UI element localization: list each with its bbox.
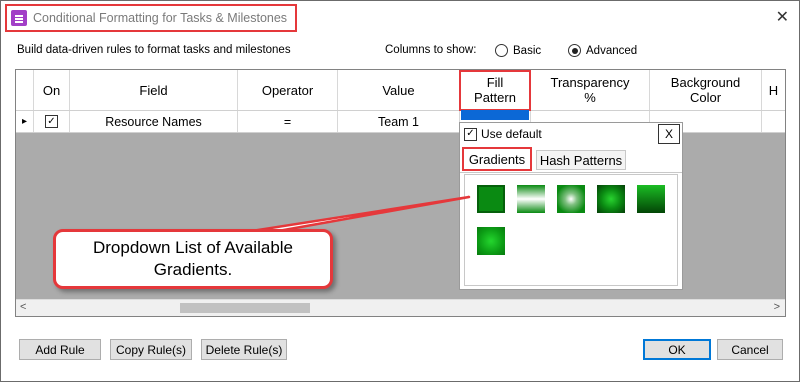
add-rule-button[interactable]: Add Rule xyxy=(19,339,101,360)
header-field[interactable]: Field xyxy=(70,70,238,110)
header-row-selector xyxy=(16,70,34,110)
scroll-right-icon[interactable]: > xyxy=(774,301,780,313)
cancel-button[interactable]: Cancel xyxy=(717,339,783,360)
row-field-cell[interactable]: Resource Names xyxy=(70,111,238,132)
scroll-left-icon[interactable]: < xyxy=(20,301,26,313)
use-default-option[interactable]: ✓ Use default xyxy=(464,127,542,141)
app-icon xyxy=(11,10,27,26)
header-operator[interactable]: Operator xyxy=(238,70,338,110)
scroll-thumb[interactable] xyxy=(180,303,310,313)
row-h-cell[interactable] xyxy=(762,111,785,132)
gradient-swatch-vertical[interactable] xyxy=(637,185,665,213)
radio-basic[interactable]: Basic xyxy=(495,44,541,57)
row-operator-cell[interactable]: = xyxy=(238,111,338,132)
row-value-cell[interactable]: Team 1 xyxy=(338,111,460,132)
header-value[interactable]: Value xyxy=(338,70,460,110)
row-on-cell[interactable]: ✓ xyxy=(34,111,70,132)
fill-pattern-dropdown[interactable]: ✓ Use default X Gradients Hash Patterns xyxy=(459,122,683,290)
callout-box: Dropdown List of Available Gradients. xyxy=(53,229,333,289)
use-default-label: Use default xyxy=(481,127,542,141)
pattern-tabs: Gradients Hash Patterns xyxy=(460,146,682,173)
title-bar: Conditional Formatting for Tasks & Miles… xyxy=(1,1,799,33)
window-title: Conditional Formatting for Tasks & Miles… xyxy=(33,11,288,25)
gradient-swatch-glow[interactable] xyxy=(477,227,505,255)
tab-gradients[interactable]: Gradients xyxy=(462,147,532,171)
radio-advanced-circle[interactable] xyxy=(568,44,581,57)
title-highlight: Conditional Formatting for Tasks & Miles… xyxy=(5,4,298,32)
gradient-swatch-center-dark[interactable] xyxy=(597,185,625,213)
gradient-swatch-center-light[interactable] xyxy=(557,185,585,213)
fill-pattern-selected-swatch[interactable] xyxy=(461,110,529,120)
gradient-swatch-solid[interactable] xyxy=(477,185,505,213)
gradient-swatch-horizontal[interactable] xyxy=(517,185,545,213)
radio-advanced-label: Advanced xyxy=(586,44,638,57)
fill-pattern-highlight xyxy=(459,70,531,111)
row-arrow-icon[interactable]: ▸ xyxy=(16,111,34,132)
delete-rules-button[interactable]: Delete Rule(s) xyxy=(201,339,287,360)
description-text: Build data-driven rules to format tasks … xyxy=(17,44,291,56)
header-background-color[interactable]: Background Color xyxy=(650,70,762,110)
columns-to-show-label: Columns to show: xyxy=(385,44,477,56)
radio-advanced[interactable]: Advanced xyxy=(568,44,637,57)
radio-basic-label: Basic xyxy=(513,44,542,57)
header-h[interactable]: H xyxy=(762,70,785,110)
radio-basic-circle[interactable] xyxy=(495,44,508,57)
popup-close-button[interactable]: X xyxy=(658,124,680,144)
copy-rules-button[interactable]: Copy Rule(s) xyxy=(110,339,192,360)
row-on-checkbox[interactable]: ✓ xyxy=(45,115,58,128)
header-on[interactable]: On xyxy=(34,70,70,110)
grid-header: On Field Operator Value Fill Pattern Tra… xyxy=(16,70,785,111)
gradient-swatch-list xyxy=(464,174,678,286)
horizontal-scrollbar[interactable]: < > xyxy=(16,299,785,316)
header-transparency[interactable]: Transparency % xyxy=(531,70,650,110)
close-icon[interactable]: ✕ xyxy=(776,7,789,27)
tab-hash-patterns[interactable]: Hash Patterns xyxy=(536,150,626,170)
options-row: Build data-driven rules to format tasks … xyxy=(17,44,779,60)
conditional-formatting-dialog: Conditional Formatting for Tasks & Miles… xyxy=(0,0,800,382)
ok-button[interactable]: OK xyxy=(643,339,711,360)
use-default-checkbox[interactable]: ✓ xyxy=(464,127,477,141)
callout-text: Dropdown List of Available Gradients. xyxy=(92,238,294,279)
